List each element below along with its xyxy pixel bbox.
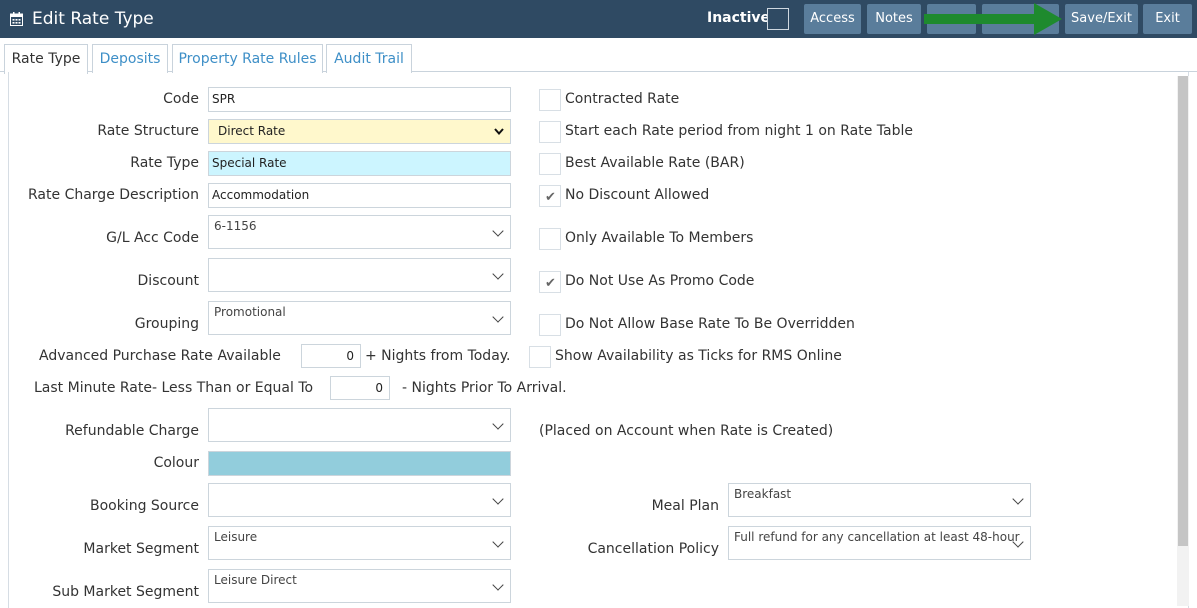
grouping-value: Promotional [214,305,286,319]
code-input[interactable]: SPR [208,87,511,112]
checkmark-icon: ✔ [545,189,556,204]
refundable-charge-label: Refundable Charge [65,423,199,439]
rate-type-label: Rate Type [130,155,199,171]
best-available-rate-checkbox[interactable] [539,153,561,175]
market-segment-value: Leisure [214,530,258,544]
start-each-rate-period-label: Start each Rate period from night 1 on R… [565,123,913,139]
chevron-down-icon [494,128,504,135]
chevron-down-icon [492,536,504,548]
rate-structure-value: Direct Rate [218,124,286,138]
exit-button[interactable]: Exit [1143,4,1192,34]
inactive-checkbox[interactable] [767,8,789,30]
refundable-charge-select[interactable] [208,408,511,442]
page-title: Edit Rate Type [32,9,154,29]
top-bar: Edit Rate Type Inactive: Access Notes Sa… [0,0,1197,38]
rate-structure-select[interactable]: Direct Rate [208,119,511,144]
rate-type-input[interactable]: Special Rate [208,151,511,176]
cancellation-policy-label: Cancellation Policy [587,541,719,557]
advanced-purchase-sub-label: - Available [208,348,281,364]
booking-source-select[interactable] [208,483,511,517]
calendar-icon [10,12,23,26]
only-available-to-members-checkbox[interactable] [539,228,561,250]
grouping-select[interactable]: Promotional [208,301,511,335]
do-not-use-as-promo-code-checkbox[interactable]: ✔ [539,271,561,293]
save-exit-button[interactable]: Save/Exit [1065,4,1138,34]
pointer-arrow-icon [924,3,1062,35]
discount-label: Discount [137,273,199,289]
scrollbar-thumb[interactable] [1178,76,1188,546]
code-label: Code [163,91,199,107]
start-each-rate-period-checkbox[interactable] [539,121,561,143]
do-not-use-as-promo-code-label: Do Not Use As Promo Code [565,273,755,289]
market-segment-label: Market Segment [83,541,199,557]
gl-acc-code-select[interactable]: 6-1156 [208,215,511,249]
booking-source-label: Booking Source [89,498,199,514]
do-not-allow-base-rate-override-checkbox[interactable] [539,314,561,336]
rate-structure-label: Rate Structure [97,123,199,139]
tab-rate-type[interactable]: Rate Type [4,44,88,74]
tab-deposits[interactable]: Deposits [92,44,168,73]
inactive-label: Inactive: [707,10,776,26]
cancellation-policy-select[interactable]: Full refund for any cancellation at leas… [728,526,1031,560]
colour-label: Colour [153,455,199,471]
last-minute-suffix: - Nights Prior To Arrival. [402,380,567,396]
chevron-down-icon [492,418,504,430]
show-availability-as-ticks-label: Show Availability as Ticks for RMS Onlin… [555,348,842,364]
only-available-to-members-label: Only Available To Members [565,230,754,246]
tab-property-rate-rules[interactable]: Property Rate Rules [172,44,323,73]
rate-charge-description-input[interactable]: Accommodation [208,183,511,208]
colour-picker[interactable] [208,451,511,476]
cancellation-policy-value: Full refund for any cancellation at leas… [734,530,1020,544]
contracted-rate-label: Contracted Rate [565,91,680,107]
notes-button[interactable]: Notes [867,4,921,34]
chevron-down-icon [492,268,504,280]
chevron-down-icon [492,311,504,323]
gl-acc-code-label: G/L Acc Code [106,230,199,246]
market-segment-select[interactable]: Leisure [208,526,511,560]
last-minute-nights-input[interactable]: 0 [330,376,390,400]
advanced-purchase-label: Advanced Purchase Rate [39,348,213,364]
refundable-charge-note: (Placed on Account when Rate is Created) [539,423,834,439]
advanced-purchase-nights-input[interactable]: 0 [301,344,361,368]
chevron-down-icon [1012,493,1024,505]
checkmark-icon: ✔ [545,275,556,290]
meal-plan-label: Meal Plan [651,498,719,514]
gl-acc-code-value: 6-1156 [214,219,257,233]
discount-select[interactable] [208,258,511,292]
sub-market-segment-label: Sub Market Segment [52,584,199,600]
meal-plan-select[interactable]: Breakfast [728,483,1031,517]
tab-audit-trail[interactable]: Audit Trail [326,44,412,73]
rate-charge-description-label: Rate Charge Description [28,187,199,203]
chevron-down-icon [492,579,504,591]
last-minute-label: Last Minute Rate [34,380,152,396]
advanced-purchase-suffix: + Nights from Today. [365,348,511,364]
no-discount-allowed-label: No Discount Allowed [565,187,710,203]
contracted-rate-checkbox[interactable] [539,89,561,111]
tab-bar: Rate Type Deposits Property Rate Rules A… [0,38,1197,74]
meal-plan-value: Breakfast [734,487,792,501]
no-discount-allowed-checkbox[interactable]: ✔ [539,185,561,207]
best-available-rate-label: Best Available Rate (BAR) [565,155,745,171]
do-not-allow-base-rate-override-label: Do Not Allow Base Rate To Be Overridden [565,316,855,332]
sub-market-segment-value: Leisure Direct [214,573,297,587]
last-minute-sub-label: - Less Than or Equal To [152,380,314,396]
show-availability-as-ticks-checkbox[interactable] [529,346,551,368]
sub-market-segment-select[interactable]: Leisure Direct [208,569,511,603]
grouping-label: Grouping [134,316,199,332]
chevron-down-icon [492,225,504,237]
chevron-down-icon [492,493,504,505]
access-button[interactable]: Access [804,4,861,34]
